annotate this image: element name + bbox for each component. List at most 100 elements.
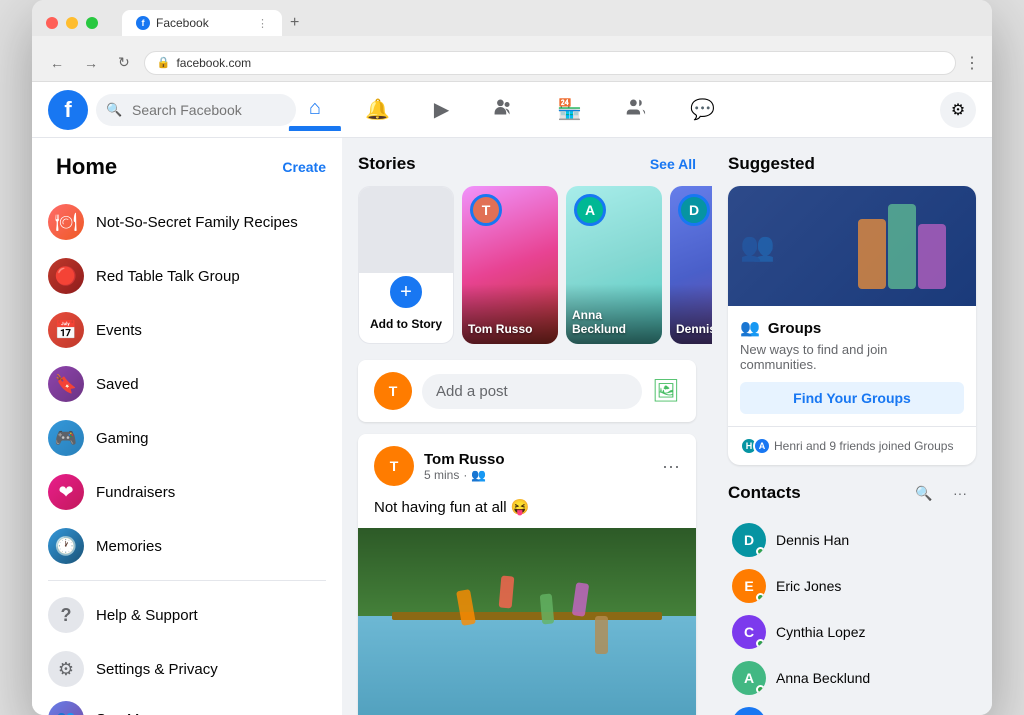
nav-groups-profile-button[interactable] <box>473 89 533 131</box>
url-text: facebook.com <box>176 56 251 70</box>
groups-card-title: Groups <box>768 320 821 337</box>
groups-card-image: 👥 <box>728 186 976 306</box>
groups-card-bg-art: 👥 <box>728 218 787 275</box>
left-sidebar: Home Create 🍽 Not-So-Secret Family Recip… <box>32 138 342 715</box>
contact-avatar-dennis: D <box>732 523 766 557</box>
groups-card-art <box>827 186 976 306</box>
friends-icon: 👥 <box>471 468 486 482</box>
new-tab-button[interactable]: + <box>286 14 303 32</box>
maximize-button[interactable] <box>86 17 98 29</box>
contacts-more-button[interactable]: ··· <box>944 477 976 509</box>
add-photo-button[interactable]: 🖼 <box>652 378 680 404</box>
nav-groups-button[interactable] <box>606 89 666 131</box>
tab-favicon: f <box>136 16 150 30</box>
contact-item-cynthia[interactable]: C Cynthia Lopez <box>728 609 976 655</box>
nav-messenger-button[interactable]: 💬 <box>670 89 735 130</box>
post-time: 5 mins <box>424 468 459 482</box>
contacts-search-button[interactable]: 🔍 <box>908 477 940 509</box>
post-user-avatar: T <box>374 446 414 486</box>
minimize-button[interactable] <box>66 17 78 29</box>
contact-name-anna: Anna Becklund <box>776 670 870 686</box>
chevron-down-icon: ▾ <box>318 709 326 715</box>
contact-item-eric[interactable]: E Eric Jones <box>728 563 976 609</box>
sidebar-icon-more: 👥 <box>48 701 84 715</box>
active-indicator <box>289 126 341 129</box>
add-story-card[interactable]: + Add to Story <box>358 186 454 344</box>
story-card-dennis[interactable]: D Dennis Han <box>670 186 712 344</box>
back-button[interactable]: ← <box>44 51 70 75</box>
sidebar-label-memories: Memories <box>96 538 162 555</box>
post-text: Not having fun at all 😝 <box>358 498 696 528</box>
address-bar[interactable]: 🔒 facebook.com <box>144 51 956 75</box>
groups-card: 👥 👥 Groups <box>728 186 976 465</box>
friend-avatars: H A <box>740 437 766 455</box>
tab-title: Facebook <box>156 16 209 30</box>
nav-center: ⌂ 🔔 ▶ 🏪 💬 <box>289 89 735 131</box>
nav-right: ⚙ <box>940 92 976 128</box>
sidebar-divider <box>48 580 326 581</box>
close-button[interactable] <box>46 17 58 29</box>
sidebar-create-button[interactable]: Create <box>282 159 326 175</box>
sidebar-item-settings[interactable]: ⚙ Settings & Privacy <box>40 643 334 695</box>
active-tab[interactable]: f Facebook ⋮ <box>122 10 282 36</box>
sidebar-item-more[interactable]: 👥 See More ▾ <box>40 697 334 715</box>
sidebar-item-redtable[interactable]: 🔴 Red Table Talk Group <box>40 250 334 302</box>
groups-friends-text: Henri and 9 friends joined Groups <box>774 439 953 453</box>
contact-item-anna[interactable]: A Anna Becklund <box>728 655 976 701</box>
sidebar-icon-fundraisers: ❤ <box>48 474 84 510</box>
tab-close-button[interactable]: ⋮ <box>257 17 268 30</box>
see-all-stories-button[interactable]: See All <box>650 156 696 172</box>
figure-3 <box>539 594 554 625</box>
browser-controls: f Facebook ⋮ + <box>46 10 978 36</box>
story-avatar-anna: A <box>574 194 606 226</box>
post-more-button[interactable]: ··· <box>662 456 680 477</box>
post-input[interactable]: Add a post <box>422 374 642 409</box>
figure-5 <box>595 616 608 654</box>
contact-item-aiden[interactable]: A Aiden Brown <box>728 701 976 715</box>
groups-icon: 👥 <box>740 318 760 338</box>
groups-card-description: New ways to find and join communities. <box>740 342 964 372</box>
nav-home-button[interactable]: ⌂ <box>289 89 341 131</box>
add-story-icon: + <box>387 273 425 311</box>
sidebar-item-help[interactable]: ? Help & Support <box>40 589 334 641</box>
sidebar-item-recipes[interactable]: 🍽 Not-So-Secret Family Recipes <box>40 196 334 248</box>
sidebar-icon-saved: 🔖 <box>48 366 84 402</box>
find-groups-button[interactable]: Find Your Groups <box>740 382 964 414</box>
sidebar-title: Home <box>48 146 125 188</box>
story-card-tom[interactable]: T Tom Russo <box>462 186 558 344</box>
post-box-avatar: T <box>374 372 412 410</box>
nav-marketplace-button[interactable]: 🏪 <box>537 89 602 130</box>
contact-name-dennis: Dennis Han <box>776 532 849 548</box>
search-input[interactable] <box>96 94 296 126</box>
nav-watch-button[interactable]: ▶ <box>414 89 469 130</box>
sidebar-icon-memories: 🕐 <box>48 528 84 564</box>
friend-avatar-2: A <box>753 437 771 455</box>
scene-dock <box>392 612 662 620</box>
post-separator: · <box>463 468 467 482</box>
story-card-anna[interactable]: A Anna Becklund <box>566 186 662 344</box>
sidebar-item-events[interactable]: 📅 Events <box>40 304 334 356</box>
post-card: T Tom Russo 5 mins · 👥 ··· Not havi <box>358 434 696 715</box>
post-username[interactable]: Tom Russo <box>424 451 652 468</box>
nav-notifications-button[interactable]: 🔔 <box>345 89 410 130</box>
contacts-actions: 🔍 ··· <box>908 477 976 509</box>
sidebar-icon-recipes: 🍽 <box>48 204 84 240</box>
sidebar-item-fundraisers[interactable]: ❤ Fundraisers <box>40 466 334 518</box>
settings-button[interactable]: ⚙ <box>940 92 976 128</box>
sidebar-label-more: See More <box>96 711 161 715</box>
browser-more-button[interactable]: ⋮ <box>964 53 980 73</box>
sidebar-item-memories[interactable]: 🕐 Memories <box>40 520 334 572</box>
stories-title: Stories <box>358 154 416 174</box>
sidebar-item-saved[interactable]: 🔖 Saved <box>40 358 334 410</box>
contacts-title: Contacts <box>728 483 801 503</box>
groups-card-content: 👥 Groups New ways to find and join commu… <box>728 306 976 426</box>
story-name-dennis: Dennis Han <box>676 322 712 336</box>
contact-item-dennis[interactable]: D Dennis Han <box>728 517 976 563</box>
suggested-title: Suggested <box>728 154 976 174</box>
fb-logo: f <box>48 90 88 130</box>
sidebar-item-gaming[interactable]: 🎮 Gaming <box>40 412 334 464</box>
contacts-header: Contacts 🔍 ··· <box>728 477 976 509</box>
forward-button[interactable]: → <box>78 51 104 75</box>
main-content: Home Create 🍽 Not-So-Secret Family Recip… <box>32 138 992 715</box>
refresh-button[interactable]: ↻ <box>112 50 136 75</box>
